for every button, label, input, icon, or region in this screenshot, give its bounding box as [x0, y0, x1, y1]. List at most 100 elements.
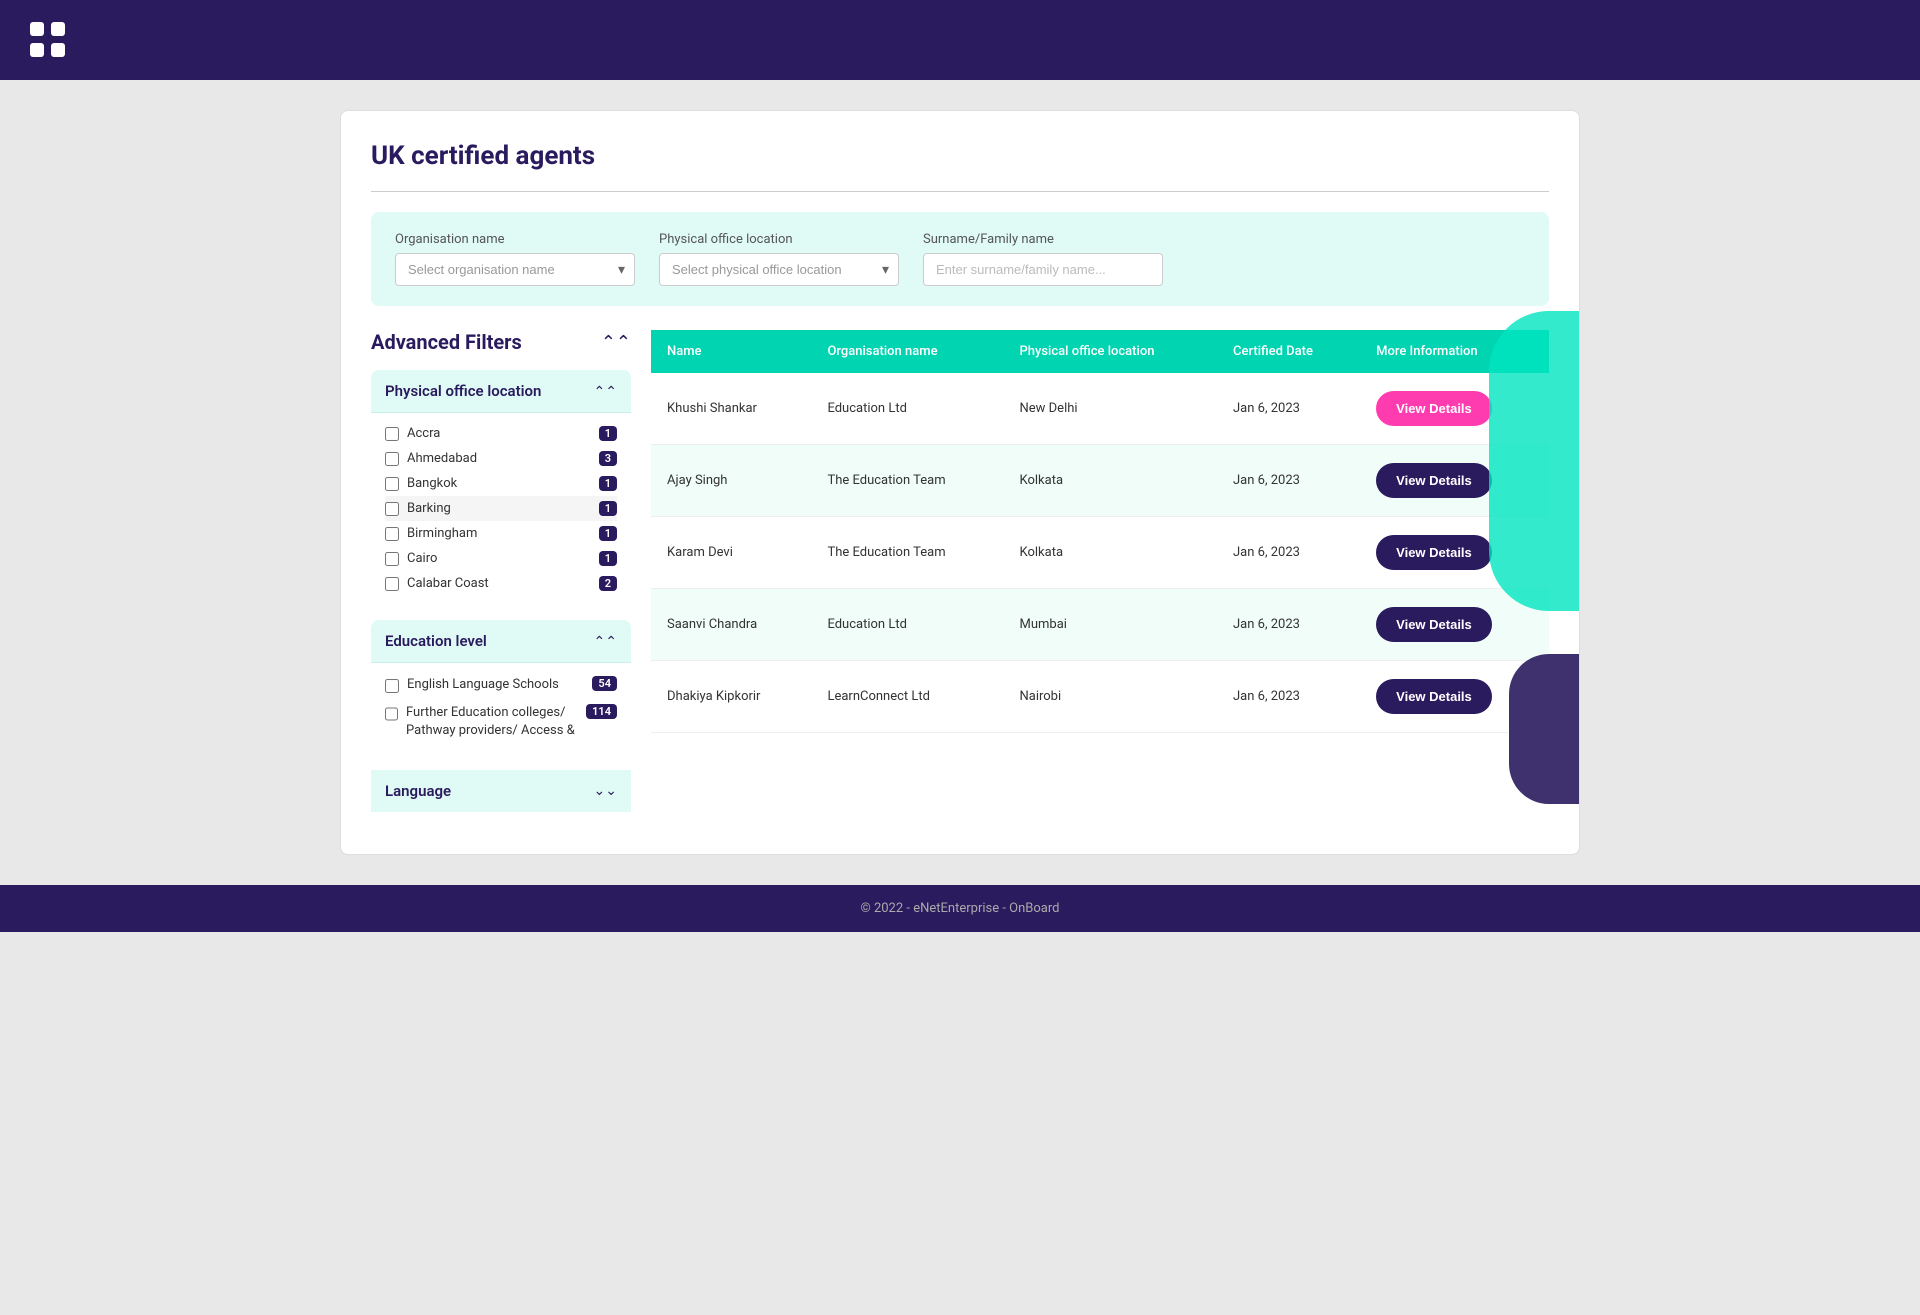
badge-barking: 1 — [599, 501, 617, 516]
education-level-filter-section: Education level ⌃⌃ English Language Scho… — [371, 620, 631, 758]
physical-office-section-header[interactable]: Physical office location ⌃⌃ — [371, 370, 631, 412]
cell-org-3: The Education Team — [811, 517, 1003, 589]
cell-location-2: Kolkata — [1003, 445, 1217, 517]
cell-org-5: LearnConnect Ltd — [811, 661, 1003, 733]
badge-ahmedabad: 3 — [599, 451, 617, 466]
filter-item-bangkok: Bangkok 1 — [385, 471, 617, 496]
cell-location-3: Kolkata — [1003, 517, 1217, 589]
filter-item-barking: Barking 1 — [385, 496, 617, 521]
education-level-section-header[interactable]: Education level ⌃⌃ — [371, 620, 631, 662]
surname-input[interactable] — [923, 253, 1163, 286]
physical-office-section-title: Physical office location — [385, 382, 541, 400]
advanced-filters-header: Advanced Filters ⌃⌃ — [371, 330, 631, 354]
cell-name-4: Saanvi Chandra — [651, 589, 811, 661]
table-row: Dhakiya Kipkorir LearnConnect Ltd Nairob… — [651, 661, 1549, 733]
title-divider — [371, 191, 1549, 192]
app-logo[interactable] — [30, 22, 66, 58]
filter-item-english-schools: English Language Schools 54 — [385, 671, 617, 699]
education-level-collapse-btn[interactable]: ⌃⌃ — [594, 633, 617, 650]
badge-bangkok: 1 — [599, 476, 617, 491]
table-row: Khushi Shankar Education Ltd New Delhi J… — [651, 373, 1549, 445]
table-header: Name Organisation name Physical office l… — [651, 330, 1549, 373]
cell-org-4: Education Ltd — [811, 589, 1003, 661]
cell-date-5: Jan 6, 2023 — [1217, 661, 1360, 733]
checkbox-cairo[interactable] — [385, 552, 399, 566]
badge-further-education: 114 — [586, 704, 617, 719]
checkbox-accra[interactable] — [385, 427, 399, 441]
teal-decoration-corner — [1489, 311, 1580, 611]
education-level-filter-body: English Language Schools 54 Further Educ… — [371, 662, 631, 758]
physical-office-filter-section: Physical office location ⌃⌃ Accra 1 — [371, 370, 631, 608]
cell-org-2: The Education Team — [811, 445, 1003, 517]
badge-accra: 1 — [599, 426, 617, 441]
logo-dot-1 — [30, 22, 44, 36]
view-details-button-3[interactable]: View Details — [1376, 535, 1492, 570]
office-location-select[interactable]: Select physical office location — [659, 253, 899, 286]
label-birmingham: Birmingham — [407, 526, 477, 541]
cell-name-1: Khushi Shankar — [651, 373, 811, 445]
top-navigation — [0, 0, 1920, 80]
main-content: Name Organisation name Physical office l… — [651, 330, 1549, 824]
footer-text: © 2022 - eNetEnterprise - OnBoard — [861, 901, 1060, 916]
checkbox-ahmedabad[interactable] — [385, 452, 399, 466]
filter-item-accra: Accra 1 — [385, 421, 617, 446]
col-header-date: Certified Date — [1217, 330, 1360, 373]
language-collapse-btn[interactable]: ⌄⌄ — [594, 782, 617, 799]
cell-location-5: Nairobi — [1003, 661, 1217, 733]
main-container: UK certified agents Organisation name Se… — [340, 110, 1580, 855]
filter-item-ahmedabad: Ahmedabad 3 — [385, 446, 617, 471]
checkbox-barking[interactable] — [385, 502, 399, 516]
cell-name-5: Dhakiya Kipkorir — [651, 661, 811, 733]
col-header-name: Name — [651, 330, 811, 373]
cell-location-1: New Delhi — [1003, 373, 1217, 445]
language-section-title: Language — [385, 782, 451, 800]
logo-dot-3 — [30, 43, 44, 57]
table-body: Khushi Shankar Education Ltd New Delhi J… — [651, 373, 1549, 733]
badge-calabar: 2 — [599, 576, 617, 591]
office-location-label: Physical office location — [659, 232, 899, 247]
language-filter-section: Language ⌄⌄ — [371, 770, 631, 812]
table-row: Ajay Singh The Education Team Kolkata Ja… — [651, 445, 1549, 517]
language-section-header[interactable]: Language ⌄⌄ — [371, 770, 631, 812]
filter-item-calabar: Calabar Coast 2 — [385, 571, 617, 596]
logo-dot-2 — [51, 22, 65, 36]
office-location-filter-group: Physical office location Select physical… — [659, 232, 899, 286]
footer: © 2022 - eNetEnterprise - OnBoard — [0, 885, 1920, 932]
table-row: Karam Devi The Education Team Kolkata Ja… — [651, 517, 1549, 589]
cell-date-2: Jan 6, 2023 — [1217, 445, 1360, 517]
label-barking: Barking — [407, 501, 451, 516]
table-row: Saanvi Chandra Education Ltd Mumbai Jan … — [651, 589, 1549, 661]
physical-office-collapse-btn[interactable]: ⌃⌃ — [594, 383, 617, 400]
filter-item-further-education: Further Education colleges/ Pathway prov… — [385, 699, 617, 745]
advanced-filters-collapse-button[interactable]: ⌃⌃ — [601, 332, 631, 353]
cell-location-4: Mumbai — [1003, 589, 1217, 661]
cell-date-1: Jan 6, 2023 — [1217, 373, 1360, 445]
surname-label: Surname/Family name — [923, 232, 1163, 247]
label-accra: Accra — [407, 426, 440, 441]
view-details-button-4[interactable]: View Details — [1376, 607, 1492, 642]
label-further-education: Further Education colleges/ Pathway prov… — [406, 704, 586, 740]
org-name-select[interactable]: Select organisation name — [395, 253, 635, 286]
checkbox-english-schools[interactable] — [385, 679, 399, 693]
checkbox-birmingham[interactable] — [385, 527, 399, 541]
dark-decoration-corner — [1509, 654, 1580, 804]
physical-office-filter-body: Accra 1 Ahmedabad 3 Ba — [371, 412, 631, 608]
checkbox-calabar[interactable] — [385, 577, 399, 591]
education-level-section-title: Education level — [385, 632, 487, 650]
view-details-button-1[interactable]: View Details — [1376, 391, 1492, 426]
badge-english-schools: 54 — [592, 676, 617, 691]
logo-dot-4 — [51, 43, 65, 57]
checkbox-bangkok[interactable] — [385, 477, 399, 491]
cell-date-4: Jan 6, 2023 — [1217, 589, 1360, 661]
checkbox-further-education[interactable] — [385, 707, 398, 721]
org-name-select-wrapper: Select organisation name — [395, 253, 635, 286]
col-header-location: Physical office location — [1003, 330, 1217, 373]
filter-bar: Organisation name Select organisation na… — [371, 212, 1549, 306]
badge-cairo: 1 — [599, 551, 617, 566]
page-title: UK certified agents — [371, 141, 1549, 171]
view-details-button-2[interactable]: View Details — [1376, 463, 1492, 498]
filter-item-birmingham: Birmingham 1 — [385, 521, 617, 546]
sidebar: Advanced Filters ⌃⌃ Physical office loca… — [371, 330, 631, 824]
cell-name-3: Karam Devi — [651, 517, 811, 589]
view-details-button-5[interactable]: View Details — [1376, 679, 1492, 714]
